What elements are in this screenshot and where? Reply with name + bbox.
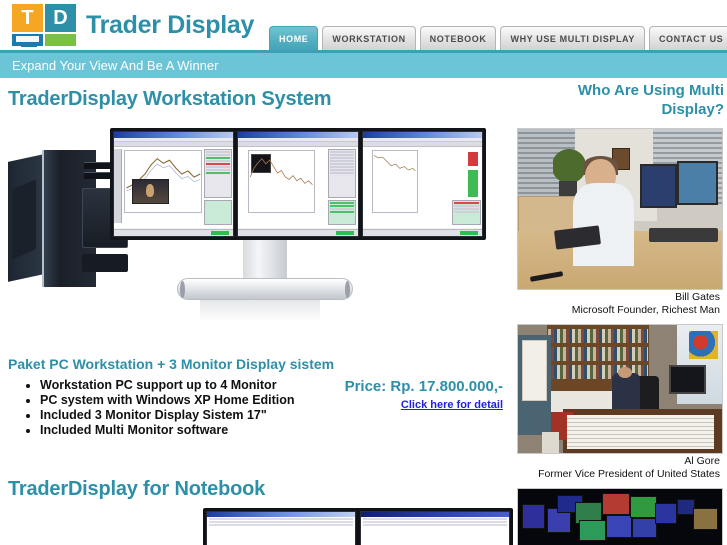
- trading-floor-card: [517, 487, 723, 545]
- floor-monitor: [605, 515, 633, 538]
- floor-monitor: [630, 496, 657, 518]
- chart-line-icon: [373, 155, 416, 172]
- notebook-monitor-left: [206, 511, 356, 545]
- monitor-screen-center: [237, 131, 359, 237]
- workstation-heading: TraderDisplay Workstation System: [8, 88, 332, 110]
- bill-gates-photo: [517, 127, 723, 290]
- person-role: Microsoft Founder, Richest Man: [571, 303, 720, 316]
- detail-link[interactable]: Click here for detail: [401, 399, 503, 411]
- stand-reflection: [200, 300, 320, 322]
- price-chart: [123, 150, 203, 214]
- price-block: Price: Rp. 17.800.000,- Click here for d…: [303, 378, 503, 413]
- logo-green-block: [45, 34, 76, 46]
- sidebar-heading: Who Are Using Multi Display?: [577, 82, 724, 118]
- floor-monitor: [632, 517, 657, 538]
- depth-grid: [452, 200, 481, 225]
- quote-grid: [203, 149, 233, 199]
- desk-monitor: [640, 163, 678, 209]
- person-name: Bill Gates: [675, 290, 720, 303]
- price-chart: [247, 150, 315, 214]
- trading-workspace: [362, 147, 482, 228]
- desk-monitor: [677, 160, 718, 206]
- person-body: [611, 373, 641, 409]
- window-titlebar: [361, 512, 509, 517]
- person-name: Al Gore: [684, 454, 720, 467]
- site-logo[interactable]: T D Trader Display: [12, 4, 255, 47]
- tower-front-panel: [42, 150, 128, 287]
- trading-workspace: [238, 147, 358, 228]
- monitor-stand-base: [177, 278, 353, 300]
- logo-letter-d: D: [45, 4, 76, 32]
- sell-indicator: [467, 151, 479, 167]
- sidebar-column: Who Are Using Multi Display? Bill Gates …: [513, 78, 727, 545]
- person-card-al-gore: Al Gore Former Vice President of United …: [517, 323, 723, 480]
- monitor-screen-left: [113, 131, 235, 237]
- main-navigation: HOME WORKSTATION NOTEBOOK WHY USE MULTI …: [269, 26, 727, 50]
- al-gore-photo: [517, 323, 723, 454]
- desk-monitor: [668, 365, 706, 394]
- notebook-monitor-right: [360, 511, 510, 545]
- quote-grid: [327, 149, 357, 199]
- triple-monitor-array: [110, 128, 486, 240]
- nav-item-workstation[interactable]: WORKSTATION: [322, 26, 416, 50]
- main-content-column: TraderDisplay Workstation System Paket P…: [0, 78, 513, 545]
- tower-side-panel: [8, 154, 44, 282]
- nav-item-contact-us[interactable]: CONTACT US: [648, 26, 727, 50]
- page-root: T D Trader Display HOME WORKSTATION NOTE…: [0, 0, 727, 545]
- order-panel: [203, 200, 233, 225]
- window-statusbar: [238, 229, 358, 236]
- logo-icon: T D: [12, 4, 76, 47]
- window-titlebar: [207, 512, 355, 517]
- order-entry-panel: [327, 200, 357, 225]
- logo-letter-t: T: [12, 4, 43, 32]
- person-card-bill-gates: Bill Gates Microsoft Founder, Richest Ma…: [517, 127, 723, 316]
- keyboard-icon: [648, 227, 718, 243]
- floor-monitor: [654, 503, 678, 525]
- wall-art: [689, 330, 718, 360]
- flipchart-paper: [522, 339, 547, 402]
- floor-monitor: [522, 504, 545, 529]
- window-statusbar: [114, 229, 234, 236]
- price-chart: [372, 150, 418, 214]
- monitor-screen-right: [361, 131, 483, 237]
- plant-pot: [558, 181, 578, 196]
- waste-bin: [542, 432, 559, 453]
- buy-indicator: [467, 169, 479, 198]
- paper-stacks: [566, 415, 714, 449]
- person-body: [573, 182, 635, 267]
- trading-floor-photo: [517, 487, 723, 545]
- floor-monitor: [601, 492, 631, 516]
- notebook-section: TraderDisplay for Notebook: [0, 478, 513, 545]
- trading-workspace: [114, 147, 234, 228]
- floor-monitor: [693, 507, 718, 530]
- tagline-text: Expand Your View And Be A Winner: [12, 58, 219, 73]
- nav-item-why-use-multi-display[interactable]: WHY USE MULTI DISPLAY: [500, 26, 645, 50]
- nav-item-home[interactable]: HOME: [269, 26, 319, 50]
- window-statusbar: [362, 229, 482, 236]
- logo-monitor-icon: [12, 34, 43, 47]
- workstation-offer: Paket PC Workstation + 3 Monitor Display…: [0, 356, 513, 438]
- offer-heading: Paket PC Workstation + 3 Monitor Display…: [8, 356, 335, 372]
- tagline-bar: Expand Your View And Be A Winner: [0, 50, 727, 78]
- workstation-product-image: [0, 128, 513, 322]
- notebook-heading: TraderDisplay for Notebook: [8, 478, 266, 500]
- pc-tower-icon: [8, 150, 128, 287]
- book-row: [547, 346, 648, 361]
- notebook-product-image: [203, 508, 513, 545]
- nav-item-notebook[interactable]: NOTEBOOK: [419, 26, 497, 50]
- floor-monitor: [579, 519, 606, 542]
- tower-vent: [82, 254, 128, 272]
- person-role: Former Vice President of United States: [538, 467, 720, 480]
- video-feed-inset: [132, 179, 170, 204]
- tool-palette: [114, 148, 123, 224]
- feature-item: Included Multi Monitor software: [40, 423, 513, 438]
- book-row: [547, 328, 648, 343]
- site-header: T D Trader Display HOME WORKSTATION NOTE…: [0, 0, 727, 50]
- monitor-stand-column: [243, 240, 287, 280]
- price-label: Price: Rp. 17.800.000,-: [344, 378, 503, 395]
- brand-name: Trader Display: [86, 10, 255, 39]
- tower-side-window: [12, 179, 36, 260]
- chart-line-icon: [249, 158, 313, 186]
